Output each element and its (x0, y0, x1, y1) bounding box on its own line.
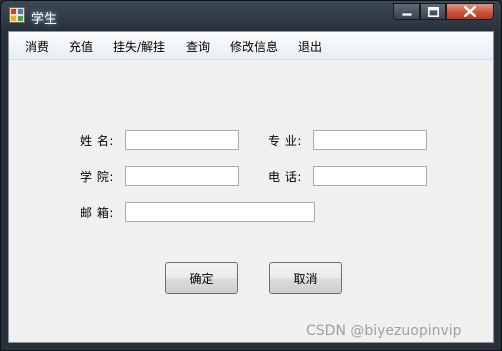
app-icon (9, 7, 25, 23)
title-bar[interactable]: 学生 (1, 1, 501, 31)
cancel-button[interactable]: 取消 (269, 262, 342, 294)
menu-item-recharge[interactable]: 充值 (69, 38, 93, 55)
watermark: CSDN @biyezuopinvip (306, 323, 462, 339)
close-button[interactable] (446, 3, 494, 20)
email-label: 邮 箱: (80, 206, 114, 220)
name-input[interactable] (125, 130, 239, 150)
client-area: 消费 充值 挂失/解挂 查询 修改信息 退出 姓 名: 专 业: 学 院: 电 … (8, 31, 494, 343)
major-label: 专 业: (268, 134, 302, 148)
phone-input[interactable] (313, 166, 427, 186)
maximize-button[interactable] (420, 3, 446, 20)
minimize-button[interactable] (393, 3, 420, 20)
menu-bar: 消费 充值 挂失/解挂 查询 修改信息 退出 (9, 32, 493, 60)
window-title: 学生 (31, 12, 58, 27)
confirm-button[interactable]: 确定 (165, 262, 238, 294)
app-window: 学生 消费 充值 挂失/解挂 查询 修改信息 退出 姓 名: 专 业: 学 院:… (0, 0, 502, 351)
phone-label: 电 话: (268, 170, 302, 184)
menu-item-exit[interactable]: 退出 (298, 38, 322, 55)
major-input[interactable] (313, 130, 427, 150)
menu-item-query[interactable]: 查询 (186, 38, 210, 55)
menu-item-modify-info[interactable]: 修改信息 (230, 38, 278, 55)
college-label: 学 院: (80, 170, 114, 184)
minimize-icon (401, 12, 412, 16)
menu-item-consume[interactable]: 消费 (25, 38, 49, 55)
close-icon (464, 6, 476, 17)
menu-item-report-loss[interactable]: 挂失/解挂 (113, 38, 165, 55)
name-label: 姓 名: (80, 134, 114, 148)
maximize-icon (427, 6, 439, 17)
college-input[interactable] (125, 166, 239, 186)
email-input[interactable] (125, 202, 315, 222)
